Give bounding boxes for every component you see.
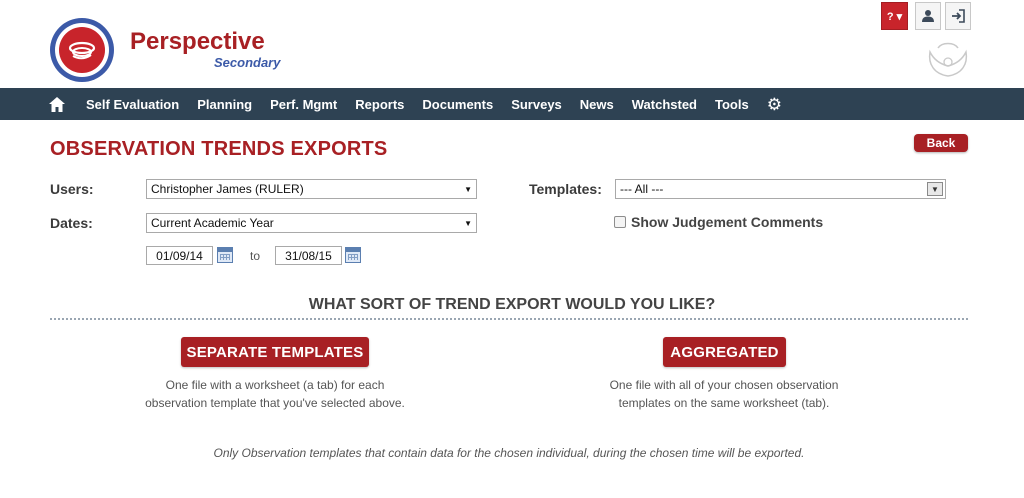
aggregated-desc-line2: templates on the same worksheet (tab). <box>618 396 830 410</box>
logo-core <box>59 27 105 73</box>
chevron-down-icon: ▼ <box>927 182 943 196</box>
dates-select[interactable]: Current Academic Year ▼ <box>146 213 477 233</box>
logo-swirl-icon <box>68 41 96 60</box>
school-crest-icon <box>928 42 968 77</box>
date-to-input[interactable]: 31/08/15 <box>275 246 342 265</box>
home-icon <box>49 96 65 112</box>
page-title: OBSERVATION TRENDS EXPORTS <box>50 138 388 160</box>
show-judgement-label[interactable]: Show Judgement Comments <box>631 214 823 230</box>
dates-label: Dates: <box>50 215 93 231</box>
users-label: Users: <box>50 181 94 197</box>
separate-desc-line2: observation template that you've selecte… <box>145 396 405 410</box>
back-button[interactable]: Back <box>914 134 968 152</box>
help-menu-button[interactable]: ? ▾ <box>881 2 908 30</box>
show-judgement-checkbox[interactable] <box>614 216 626 228</box>
separate-templates-description: One file with a worksheet (a tab) for ea… <box>100 376 450 412</box>
user-icon <box>922 10 934 22</box>
date-range-separator: to <box>250 249 261 263</box>
nav-item-self-evaluation[interactable]: Self Evaluation <box>86 97 179 112</box>
dates-select-value: Current Academic Year <box>151 216 274 230</box>
logout-icon <box>952 9 965 23</box>
nav-item-planning[interactable]: Planning <box>197 97 252 112</box>
logo-ring <box>55 23 109 77</box>
logout-button[interactable] <box>945 2 971 30</box>
separate-templates-button[interactable]: SEPARATE TEMPLATES <box>181 337 369 367</box>
date-from-input[interactable]: 01/09/14 <box>146 246 213 265</box>
export-question: WHAT SORT OF TREND EXPORT WOULD YOU LIKE… <box>308 296 716 313</box>
templates-select-value: --- All --- <box>620 182 664 196</box>
nav-item-documents[interactable]: Documents <box>422 97 493 112</box>
nav-item-news[interactable]: News <box>580 97 614 112</box>
gear-icon[interactable]: ⚙ <box>767 96 782 113</box>
main-nav: Self Evaluation Planning Perf. Mgmt Repo… <box>0 88 1024 120</box>
aggregated-desc-line1: One file with all of your chosen observa… <box>609 378 839 392</box>
logo[interactable] <box>50 18 114 82</box>
calendar-icon[interactable] <box>345 247 361 263</box>
chevron-down-icon: ▼ <box>464 184 472 194</box>
app-name: Perspective <box>130 28 265 55</box>
aggregated-button[interactable]: AGGREGATED <box>663 337 786 367</box>
chevron-down-icon: ▼ <box>464 218 472 228</box>
nav-item-surveys[interactable]: Surveys <box>511 97 562 112</box>
users-select[interactable]: Christopher James (RULER) ▼ <box>146 179 477 199</box>
export-footnote: Only Observation templates that contain … <box>213 446 805 460</box>
nav-item-reports[interactable]: Reports <box>355 97 404 112</box>
separate-desc-line1: One file with a worksheet (a tab) for ea… <box>165 378 385 392</box>
divider <box>50 318 968 320</box>
templates-label: Templates: <box>529 181 602 197</box>
templates-select[interactable]: --- All --- ▼ <box>615 179 946 199</box>
page: Perspective Secondary ? ▾ Self Evaluatio… <box>0 0 1024 498</box>
nav-item-perf-mgmt[interactable]: Perf. Mgmt <box>270 97 337 112</box>
nav-item-tools[interactable]: Tools <box>715 97 749 112</box>
app-subtitle: Secondary <box>214 55 281 70</box>
aggregated-description: One file with all of your chosen observa… <box>549 376 899 412</box>
home-button[interactable] <box>48 94 68 114</box>
nav-item-watchsted[interactable]: Watchsted <box>632 97 697 112</box>
users-select-value: Christopher James (RULER) <box>151 182 304 196</box>
calendar-icon[interactable] <box>217 247 233 263</box>
user-button[interactable] <box>915 2 941 30</box>
